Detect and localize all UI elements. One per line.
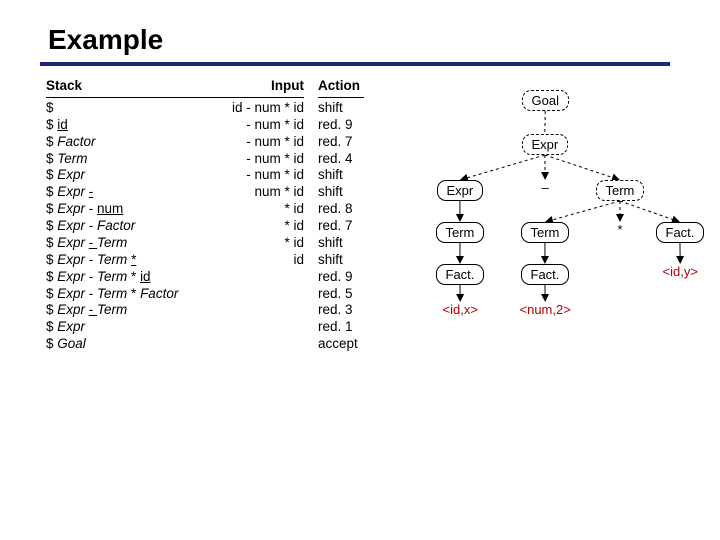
table-row: $ Expr	[46, 167, 214, 184]
table-row: $	[46, 100, 214, 117]
col-stack: Stack$$ id$ Factor$ Term$ Expr$ Expr -$ …	[46, 78, 214, 353]
table-row: shift	[318, 167, 364, 184]
table-row: $ Factor	[46, 134, 214, 151]
col-action: Actionshiftred. 9red. 7red. 4shiftshiftr…	[304, 78, 364, 353]
tree-node-star: *	[618, 222, 623, 237]
table-row: - num * id	[214, 117, 304, 134]
table-row	[214, 336, 304, 353]
title-underline	[40, 62, 670, 66]
table-row: red. 3	[318, 302, 364, 319]
table-row: * id	[214, 235, 304, 252]
table-row: red. 7	[318, 218, 364, 235]
table-row: red. 5	[318, 286, 364, 303]
tree-node-factL: Fact.	[436, 264, 485, 285]
tree-node-num2: <num,2>	[520, 302, 571, 317]
tree-node-exprL: Expr	[437, 180, 484, 201]
table-row: $ Expr - Term * Factor	[46, 286, 214, 303]
tree-node-idy: <id,y>	[663, 264, 698, 279]
table-row: num * id	[214, 184, 304, 201]
table-row: $ Term	[46, 151, 214, 168]
table-row: shift	[318, 100, 364, 117]
table-row: * id	[214, 201, 304, 218]
tree-node-termL: Term	[436, 222, 485, 243]
table-row: red. 9	[318, 269, 364, 286]
tree-node-termR: Term	[596, 180, 645, 201]
table-row: id - num * id	[214, 100, 304, 117]
table-row	[214, 319, 304, 336]
table-row	[214, 302, 304, 319]
tree-node-factM: Fact.	[521, 264, 570, 285]
table-row: id	[214, 252, 304, 269]
parse-tree: Goal Expr Expr – Term Term Term * Fact. Fact. Fact…	[380, 90, 710, 350]
table-row: - num * id	[214, 151, 304, 168]
table-row: * id	[214, 218, 304, 235]
table-row: red. 7	[318, 134, 364, 151]
tree-node-exprR: Expr	[522, 134, 569, 155]
parse-trace-table: Stack$$ id$ Factor$ Term$ Expr$ Expr -$ …	[46, 78, 364, 353]
table-row: shift	[318, 235, 364, 252]
tree-node-factR: Fact.	[656, 222, 705, 243]
tree-node-goal: Goal	[522, 90, 569, 111]
table-row: $ Expr -	[46, 184, 214, 201]
table-row: $ id	[46, 117, 214, 134]
col-input: Inputid - num * id- num * id- num * id- …	[214, 78, 304, 353]
table-row: red. 1	[318, 319, 364, 336]
table-row: red. 4	[318, 151, 364, 168]
tree-node-idx: <id,x>	[443, 302, 478, 317]
table-row: red. 8	[318, 201, 364, 218]
table-row: shift	[318, 184, 364, 201]
table-row: $ Expr	[46, 319, 214, 336]
table-row: $ Expr - Term	[46, 302, 214, 319]
table-row: $ Expr - Factor	[46, 218, 214, 235]
table-row: $ Goal	[46, 336, 214, 353]
table-row: - num * id	[214, 134, 304, 151]
table-row	[214, 286, 304, 303]
table-row: red. 9	[318, 117, 364, 134]
tree-node-termM: Term	[521, 222, 570, 243]
page-title: Example	[40, 24, 690, 56]
table-row: $ Expr - Term	[46, 235, 214, 252]
table-row: $ Expr - Term *	[46, 252, 214, 269]
table-row: $ Expr - num	[46, 201, 214, 218]
table-row: shift	[318, 252, 364, 269]
table-row: - num * id	[214, 167, 304, 184]
tree-node-minus: –	[542, 180, 549, 195]
table-row: $ Expr - Term * id	[46, 269, 214, 286]
table-row	[214, 269, 304, 286]
table-row: accept	[318, 336, 364, 353]
